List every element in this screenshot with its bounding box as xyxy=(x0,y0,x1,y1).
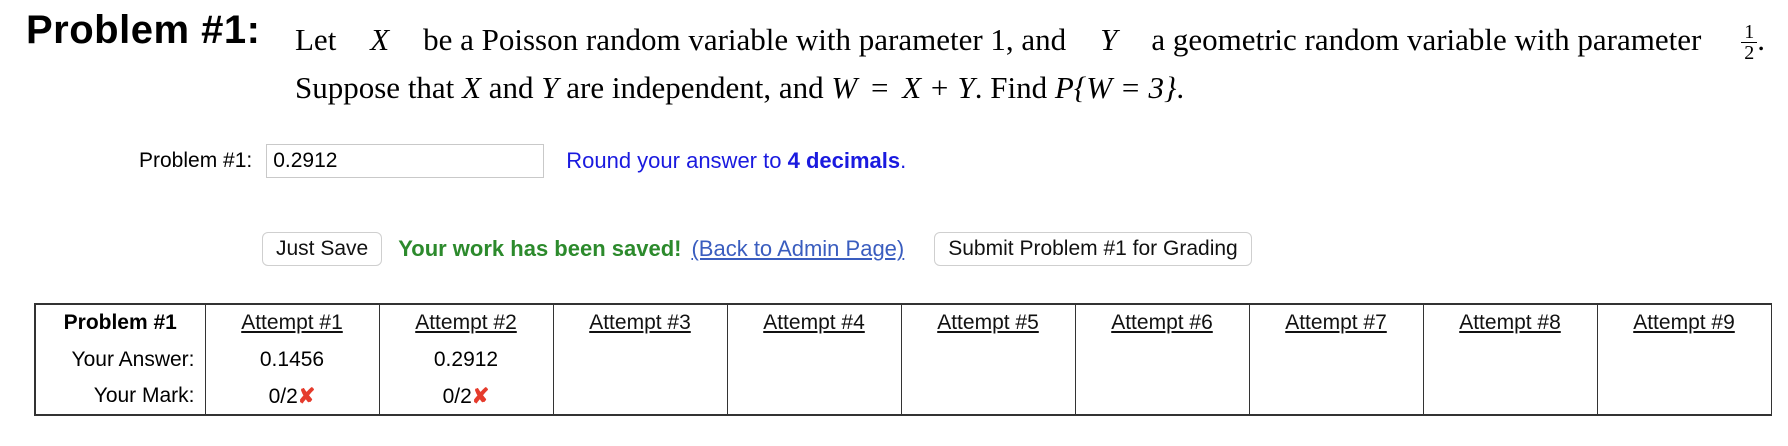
line1-text-b: be a Poisson random variable with parame… xyxy=(423,22,1067,57)
attempt-header-4[interactable]: Attempt #4 xyxy=(727,304,902,341)
incorrect-x-icon: ✘ xyxy=(471,384,490,408)
answer-cell-7 xyxy=(1249,341,1424,378)
var-x: X xyxy=(370,22,390,57)
your-answer-label: Your Answer: xyxy=(35,341,206,378)
answer-label: Problem #1: xyxy=(139,149,253,172)
mark-cell-5 xyxy=(901,378,1076,415)
attempt-link-9[interactable]: Attempt #9 xyxy=(1633,311,1735,334)
mark-value-1: 0/2 xyxy=(268,384,298,408)
mark-cell-3 xyxy=(553,378,728,415)
mark-cell-8 xyxy=(1423,378,1598,415)
fraction-numerator: 1 xyxy=(1741,22,1758,44)
attempt-link-4[interactable]: Attempt #4 xyxy=(763,311,865,334)
mark-cell-9 xyxy=(1597,378,1772,415)
mark-cell-7 xyxy=(1249,378,1424,415)
rounding-note: Round your answer to 4 decimals. xyxy=(566,148,906,174)
var-y: Y xyxy=(541,70,559,105)
problem-line-1: Let X be a Poisson random variable with … xyxy=(295,16,1765,64)
attempt-link-7[interactable]: Attempt #7 xyxy=(1285,311,1387,334)
answer-input[interactable] xyxy=(266,144,545,178)
mark-cell-6 xyxy=(1075,378,1250,415)
line1-period: . xyxy=(1757,22,1765,57)
attempt-link-6[interactable]: Attempt #6 xyxy=(1111,311,1213,334)
attempt-header-9[interactable]: Attempt #9 xyxy=(1597,304,1772,341)
just-save-button[interactable]: Just Save xyxy=(262,232,383,266)
rounding-note-prefix: Round your answer to xyxy=(566,148,782,173)
equals-sign: = xyxy=(870,70,889,105)
probability-expression: P{W = 3} xyxy=(1054,70,1177,105)
your-answer-row: Your Answer: 0.1456 0.2912 xyxy=(35,341,1772,378)
line1-text-a: Let xyxy=(295,22,337,57)
problem-line-2: Suppose that X and Y are independent, an… xyxy=(295,64,1765,112)
attempt-link-3[interactable]: Attempt #3 xyxy=(589,311,691,334)
submit-for-grading-button[interactable]: Submit Problem #1 for Grading xyxy=(934,232,1252,266)
attempt-link-2[interactable]: Attempt #2 xyxy=(415,311,517,334)
var-w: W xyxy=(831,70,858,105)
back-to-admin-link[interactable]: (Back to Admin Page) xyxy=(691,236,904,262)
attempt-header-5[interactable]: Attempt #5 xyxy=(901,304,1076,341)
answer-cell-2: 0.2912 xyxy=(379,341,554,378)
var-x: X xyxy=(462,70,481,105)
attempt-header-1[interactable]: Attempt #1 xyxy=(205,304,380,341)
line2-text-b: and xyxy=(488,70,534,105)
attempt-link-1[interactable]: Attempt #1 xyxy=(241,311,343,334)
mark-cell-1: 0/2✘ xyxy=(205,378,380,415)
attempts-table: Problem #1 Attempt #1 Attempt #2 Attempt… xyxy=(34,303,1772,416)
line1-text-c: a geometric random variable with paramet… xyxy=(1151,22,1702,57)
attempt-header-2[interactable]: Attempt #2 xyxy=(379,304,554,341)
answer-cell-1: 0.1456 xyxy=(205,341,380,378)
attempt-header-7[interactable]: Attempt #7 xyxy=(1249,304,1424,341)
answer-cell-6 xyxy=(1075,341,1250,378)
problem-statement: Let X be a Poisson random variable with … xyxy=(295,16,1765,112)
your-mark-row: Your Mark: 0/2✘ 0/2✘ xyxy=(35,378,1772,415)
rounding-note-decimals: 4 decimals xyxy=(787,148,901,173)
answer-cell-3 xyxy=(553,341,728,378)
answer-cell-5 xyxy=(901,341,1076,378)
problem-header: Problem #1: xyxy=(26,8,261,52)
mark-cell-2: 0/2✘ xyxy=(379,378,554,415)
line2-text-c: are independent, and xyxy=(566,70,824,105)
attempts-header-row: Problem #1 Attempt #1 Attempt #2 Attempt… xyxy=(35,304,1772,341)
attempt-header-3[interactable]: Attempt #3 xyxy=(553,304,728,341)
attempt-link-8[interactable]: Attempt #8 xyxy=(1459,311,1561,334)
attempt-header-8[interactable]: Attempt #8 xyxy=(1423,304,1598,341)
var-y: Y xyxy=(1100,22,1118,57)
line2-text-a: Suppose that xyxy=(295,70,455,105)
saved-message: Your work has been saved! xyxy=(398,236,682,261)
fraction-half: 1 2 . xyxy=(1735,16,1765,64)
sum-expression: X + Y xyxy=(902,70,975,105)
mark-value-2: 0/2 xyxy=(442,384,472,408)
answer-row: Problem #1: Round your answer to 4 decim… xyxy=(139,144,906,178)
rounding-note-suffix: . xyxy=(900,148,907,173)
your-mark-label: Your Mark: xyxy=(35,378,206,415)
fraction: 1 2 xyxy=(1741,22,1758,65)
line2-text-d: . Find xyxy=(974,70,1048,105)
fraction-denominator: 2 xyxy=(1744,42,1755,65)
action-bar: Just Save Your work has been saved! (Bac… xyxy=(262,232,1252,266)
mark-cell-4 xyxy=(727,378,902,415)
incorrect-x-icon: ✘ xyxy=(297,384,316,408)
attempts-problem-header: Problem #1 xyxy=(35,304,206,341)
answer-cell-8 xyxy=(1423,341,1598,378)
answer-cell-4 xyxy=(727,341,902,378)
answer-cell-9 xyxy=(1597,341,1772,378)
line2-period: . xyxy=(1176,70,1185,105)
attempt-header-6[interactable]: Attempt #6 xyxy=(1075,304,1250,341)
attempt-link-5[interactable]: Attempt #5 xyxy=(937,311,1039,334)
